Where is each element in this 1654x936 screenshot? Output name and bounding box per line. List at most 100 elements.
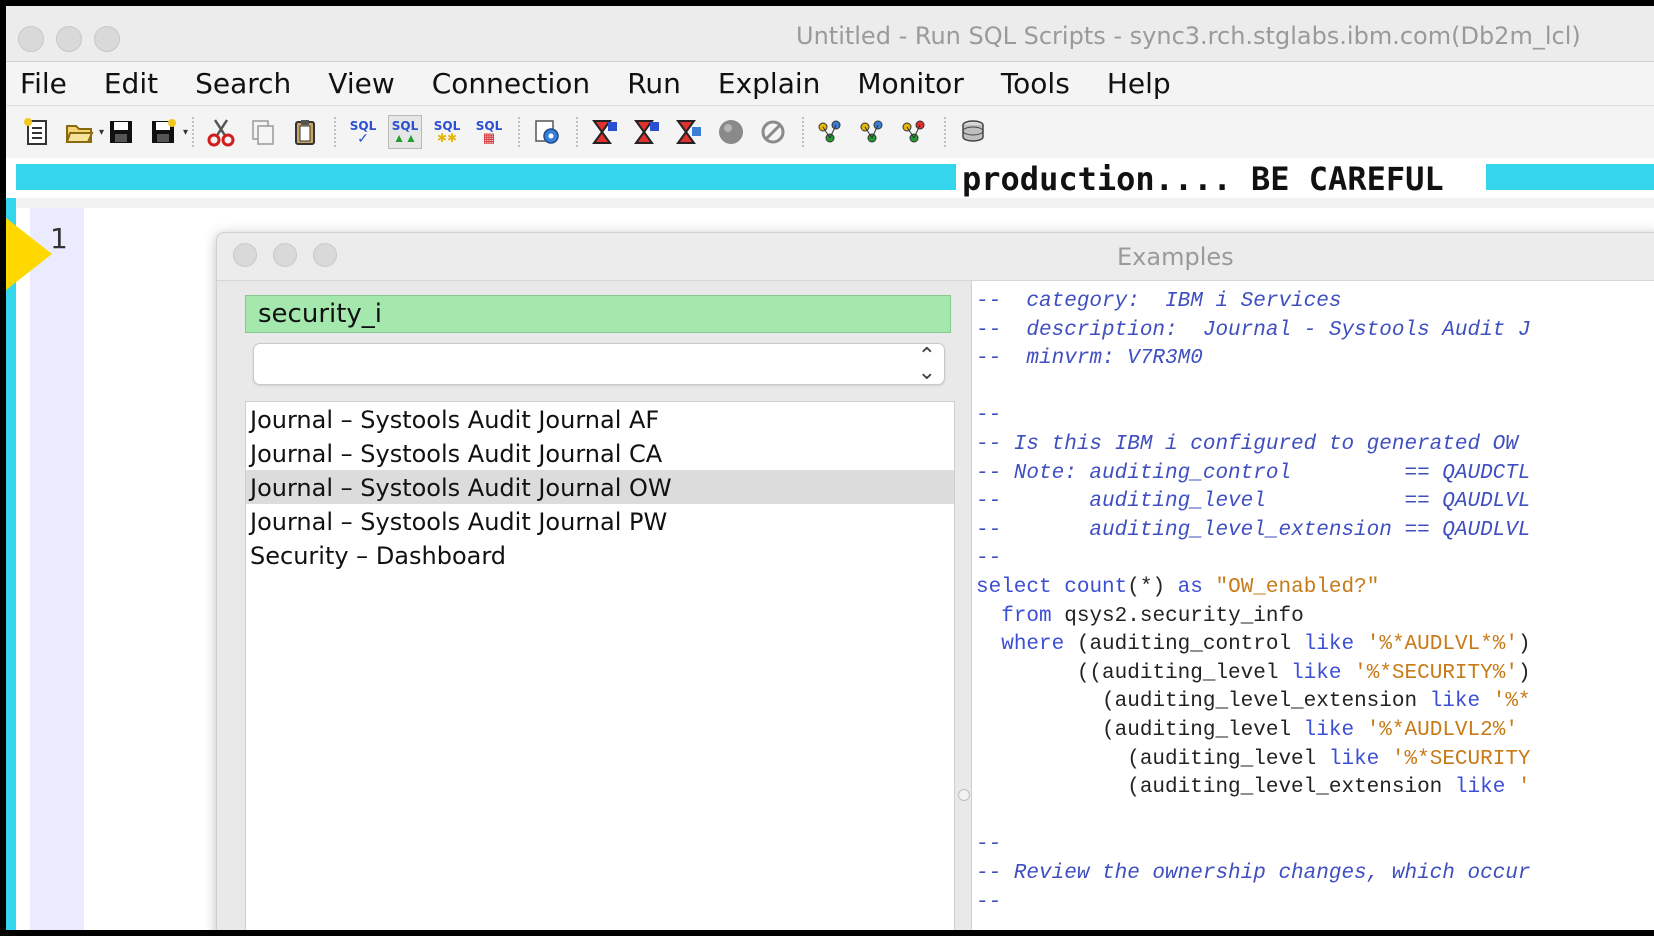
code-line: -- auditing_level == QAUDLVL bbox=[976, 490, 1531, 514]
list-item[interactable]: Journal – Systools Audit Journal CA bbox=[246, 436, 954, 470]
stop-button[interactable] bbox=[714, 115, 748, 149]
menu-help[interactable]: Help bbox=[1107, 67, 1171, 100]
cancel-button[interactable] bbox=[756, 115, 790, 149]
menu-tools[interactable]: Tools bbox=[1001, 67, 1070, 100]
menu-bar: File Edit Search View Connection Run Exp… bbox=[6, 62, 1654, 106]
example-code-preview[interactable]: -- category: IBM i Services -- descriptio… bbox=[971, 281, 1654, 930]
run-all-button[interactable]: SQL ▲▲ bbox=[388, 115, 422, 149]
code-line: -- category: IBM i Services bbox=[976, 290, 1342, 313]
list-item[interactable]: Journal – Systools Audit Journal PW bbox=[246, 504, 954, 538]
paste-icon bbox=[295, 120, 315, 145]
menu-explain[interactable]: Explain bbox=[718, 67, 821, 100]
chevron-down-icon: ▾ bbox=[182, 127, 188, 138]
sql-check-icon: SQL ✓ bbox=[349, 119, 377, 146]
dialog-zoom-button[interactable] bbox=[313, 243, 337, 267]
code-line: select count(*) as "OW_enabled?" bbox=[976, 576, 1380, 599]
scissors-icon bbox=[207, 119, 235, 147]
editor-left-stripe bbox=[6, 198, 16, 930]
visual-explain-run-button[interactable] bbox=[856, 115, 890, 149]
save-as-button[interactable]: ▾ bbox=[146, 115, 188, 149]
explain-button[interactable] bbox=[588, 115, 622, 149]
menu-view[interactable]: View bbox=[328, 67, 394, 100]
code-line: ((auditing_level like '%*SECURITY%') bbox=[976, 661, 1531, 685]
list-item[interactable]: Security – Dashboard bbox=[246, 538, 954, 572]
close-window-button[interactable] bbox=[18, 26, 44, 52]
save-button[interactable] bbox=[104, 115, 138, 149]
menu-search[interactable]: Search bbox=[195, 67, 291, 100]
banner-stripe-right bbox=[1486, 164, 1654, 190]
dialog-minimize-button[interactable] bbox=[273, 243, 297, 267]
up-down-chevron-icon: ⌃ ⌄ bbox=[917, 343, 936, 384]
pane-splitter[interactable] bbox=[957, 281, 971, 930]
run-to-grid-button[interactable]: SQL ▦ bbox=[472, 115, 506, 149]
app-window: Untitled - Run SQL Scripts - sync3.rch.s… bbox=[0, 0, 1654, 936]
menu-edit[interactable]: Edit bbox=[104, 67, 158, 100]
dialog-close-button[interactable] bbox=[233, 243, 257, 267]
code-line: -- description: Journal - Systools Audit… bbox=[976, 318, 1531, 342]
paste-button[interactable] bbox=[288, 115, 322, 149]
code-line: -- Note: auditing_control == QAUDCTL bbox=[976, 461, 1531, 485]
toolbar-separator bbox=[334, 117, 336, 147]
explain-while-running-button[interactable] bbox=[672, 115, 706, 149]
stop-circle-icon bbox=[719, 120, 743, 144]
hourglass-run-explain-icon bbox=[634, 120, 659, 144]
minimize-window-button[interactable] bbox=[56, 26, 82, 52]
menu-connection[interactable]: Connection bbox=[432, 67, 590, 100]
database-button[interactable] bbox=[956, 115, 990, 149]
window-title: Untitled - Run SQL Scripts - sync3.rch.s… bbox=[796, 22, 1581, 50]
category-select[interactable]: ⌃ ⌄ bbox=[253, 343, 945, 385]
sql-run-all-icon: SQL ▲▲ bbox=[391, 119, 419, 145]
code-line: -- bbox=[976, 890, 1002, 914]
visual-explain-run-icon bbox=[860, 120, 883, 143]
settings-button[interactable] bbox=[530, 115, 564, 149]
toolbar-separator bbox=[802, 117, 804, 147]
visual-explain-icon bbox=[818, 120, 841, 143]
hourglass-explain-icon bbox=[592, 120, 617, 144]
gear-document-icon bbox=[535, 120, 559, 144]
copy-icon bbox=[252, 120, 274, 145]
window-titlebar: Untitled - Run SQL Scripts - sync3.rch.s… bbox=[6, 6, 1654, 62]
open-folder-icon bbox=[65, 125, 94, 143]
code-line: -- bbox=[976, 404, 1002, 428]
splitter-handle[interactable] bbox=[958, 789, 970, 801]
menu-run[interactable]: Run bbox=[627, 67, 681, 100]
visual-explain-recent-button[interactable] bbox=[898, 115, 932, 149]
sql-grid-icon: SQL ▦ bbox=[475, 119, 503, 145]
visual-explain-button[interactable] bbox=[814, 115, 848, 149]
banner-text: production.... BE CAREFUL bbox=[956, 160, 1450, 198]
line-number-gutter bbox=[30, 208, 84, 930]
dialog-title: Examples bbox=[1117, 243, 1234, 271]
save-icon bbox=[110, 121, 132, 143]
examples-dialog: Examples security_i ⌃ ⌄ Journal – Systool… bbox=[216, 232, 1654, 930]
menu-file[interactable]: File bbox=[20, 67, 67, 100]
hourglass-explain-running-icon bbox=[676, 120, 701, 144]
banner-stripe-left bbox=[16, 164, 960, 190]
run-and-explain-button[interactable] bbox=[630, 115, 664, 149]
run-from-selected-button[interactable]: SQL ✱✱ bbox=[430, 115, 464, 149]
code-line: -- Review the ownership changes, which o… bbox=[976, 862, 1531, 885]
dialog-titlebar: Examples bbox=[217, 233, 1654, 281]
toolbar-separator bbox=[518, 117, 520, 147]
code-line: -- bbox=[976, 547, 1002, 571]
cut-button[interactable] bbox=[204, 115, 238, 149]
list-item[interactable]: Journal – Systools Audit Journal AF bbox=[246, 402, 954, 436]
example-list[interactable]: Journal – Systools Audit Journal AF Journ… bbox=[245, 401, 955, 930]
code-line: (auditing_level_extension like '%* bbox=[976, 690, 1531, 714]
new-script-button[interactable] bbox=[20, 115, 54, 149]
copy-button[interactable] bbox=[246, 115, 280, 149]
code-line: (auditing_level like '%*SECURITY bbox=[976, 747, 1531, 771]
zoom-window-button[interactable] bbox=[94, 26, 120, 52]
code-line: (auditing_level like '%*AUDLVL2%' bbox=[976, 719, 1518, 742]
pointer-arrow-icon bbox=[6, 218, 52, 290]
check-syntax-button[interactable]: SQL ✓ bbox=[346, 115, 380, 149]
menu-monitor[interactable]: Monitor bbox=[857, 67, 963, 100]
new-document-icon bbox=[24, 118, 47, 145]
dialog-body: security_i ⌃ ⌄ Journal – Systools Audit J… bbox=[217, 281, 1654, 930]
cancel-circle-icon bbox=[761, 120, 785, 144]
open-script-button[interactable]: ▾ bbox=[62, 115, 104, 149]
list-item[interactable]: Journal – Systools Audit Journal OW bbox=[246, 470, 954, 504]
visual-explain-recent-icon bbox=[902, 120, 925, 143]
example-filter-input[interactable]: security_i bbox=[245, 295, 951, 333]
toolbar-separator bbox=[192, 117, 194, 147]
sql-run-selected-icon: SQL ✱✱ bbox=[433, 119, 461, 145]
